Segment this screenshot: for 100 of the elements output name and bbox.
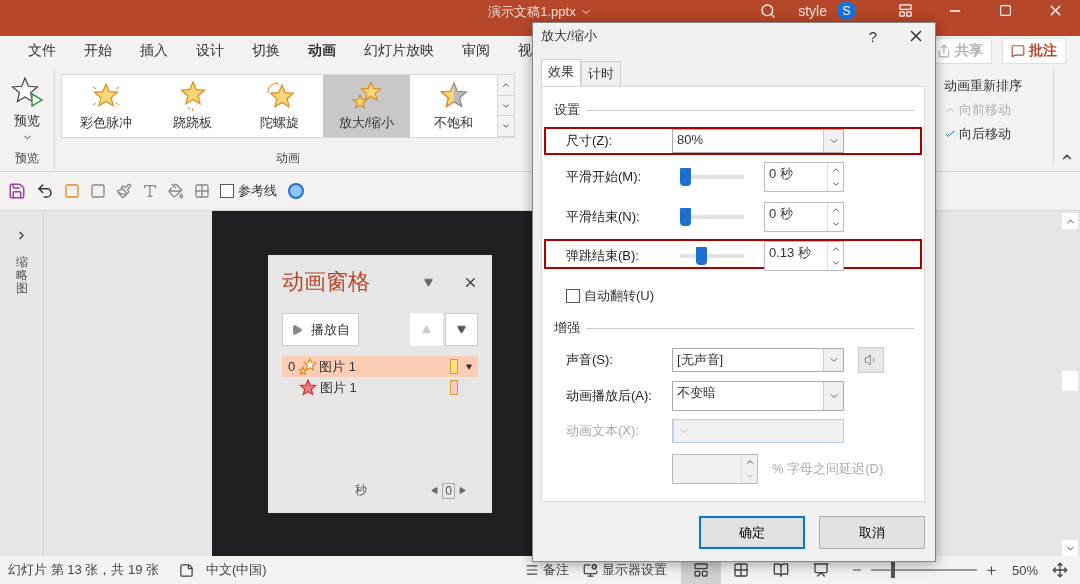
item-label: 图片 1 xyxy=(320,378,357,397)
ribbon-tab[interactable]: 插入 xyxy=(126,36,182,66)
ribbon-tab[interactable]: 切换 xyxy=(238,36,294,66)
dropdown-field[interactable]: [无声音] xyxy=(672,348,844,372)
burst-star-icon xyxy=(298,378,318,397)
format-painter-icon[interactable] xyxy=(116,183,132,199)
field-label: 声音(S): xyxy=(566,351,614,369)
dropdown-field[interactable] xyxy=(672,419,844,443)
item-label: 图片 1 xyxy=(319,357,357,376)
spin-field[interactable]: 0 秒 xyxy=(764,162,844,192)
comment-icon xyxy=(1011,44,1025,58)
zoom-level[interactable]: 50% xyxy=(1011,562,1038,578)
dialog-tab[interactable]: 效果 xyxy=(541,59,581,86)
section-title: 增强 xyxy=(554,319,580,337)
user-avatar[interactable]: S xyxy=(837,1,856,20)
checkbox[interactable] xyxy=(566,289,580,303)
presentation-icon xyxy=(812,562,829,578)
monitor-icon xyxy=(582,562,598,578)
field-label: 平滑结束(N): xyxy=(566,208,641,226)
animation-option[interactable]: 放大/缩小 xyxy=(323,75,410,137)
ribbon-tab[interactable]: 设计 xyxy=(182,36,238,66)
scrollbar-thumb[interactable] xyxy=(1062,371,1078,391)
circle-icon[interactable] xyxy=(287,182,305,200)
normal-view-icon xyxy=(692,562,709,578)
dialog-title: 放大/缩小 xyxy=(541,27,597,45)
ribbon-tab[interactable]: 开始 xyxy=(70,36,126,66)
book-icon xyxy=(772,562,789,578)
zoom-in-icon[interactable] xyxy=(984,563,998,577)
save-icon[interactable] xyxy=(8,182,26,200)
two-stars-icon xyxy=(297,357,318,376)
slider-thumb[interactable] xyxy=(680,168,691,186)
animation-option[interactable]: 陀螺旋 xyxy=(236,75,323,137)
notes-button[interactable]: 备注 xyxy=(524,561,569,579)
fill-icon[interactable] xyxy=(168,183,184,199)
reorder-button[interactable]: 向后移动 xyxy=(944,125,1053,143)
play-icon xyxy=(291,323,303,336)
dialog-tab[interactable]: 计时 xyxy=(581,61,621,86)
undo-icon[interactable] xyxy=(36,182,54,200)
grid-icon xyxy=(732,562,749,578)
animation-item[interactable]: 0 图片 1 xyxy=(282,356,478,377)
slide-counter: 幻灯片 第 13 张，共 19 张 xyxy=(8,561,159,579)
slider-thumb[interactable] xyxy=(680,208,691,226)
move-down-button[interactable] xyxy=(445,313,478,346)
dropdown-field[interactable]: 80% xyxy=(672,129,844,153)
preview-button[interactable]: 预览 xyxy=(6,74,48,145)
spin-field[interactable]: 0.13 秒 xyxy=(764,241,844,271)
pane-title: 动画窗格 xyxy=(282,268,370,296)
time-unit-dropdown[interactable]: 秒 xyxy=(355,482,368,499)
help-button[interactable]: ? xyxy=(868,27,877,45)
field-label: 动画播放后(A): xyxy=(566,387,653,405)
down-triangle-icon xyxy=(457,325,466,334)
search-icon[interactable] xyxy=(760,2,777,19)
check-icon xyxy=(944,128,956,140)
play-from-button[interactable]: 播放自 xyxy=(282,313,359,346)
ribbon-tab[interactable]: 幻灯片放映 xyxy=(350,36,448,66)
share-icon xyxy=(937,44,951,58)
animation-option[interactable]: 不饱和 xyxy=(410,75,497,137)
ribbon-tab[interactable]: 文件 xyxy=(14,36,70,66)
group-label: 预览 xyxy=(15,150,39,167)
thumbnail-pane-label: 缩略图 xyxy=(15,256,28,296)
timeline-value: 0 xyxy=(442,482,455,499)
order-number: 0 xyxy=(288,359,296,374)
ribbon-tab[interactable]: 审阅 xyxy=(448,36,504,66)
window-title: 演示文稿1.pptx xyxy=(488,3,576,21)
zoom-thumb[interactable] xyxy=(891,562,896,578)
language-indicator[interactable]: 中文(中国) xyxy=(206,561,267,579)
field-label: % 字母之间延迟(D) xyxy=(772,460,884,478)
comment-button[interactable]: 批注 xyxy=(1002,38,1066,64)
spin-field[interactable]: 0 秒 xyxy=(764,202,844,232)
field-label: 尺寸(Z): xyxy=(566,132,614,150)
maximize-icon[interactable] xyxy=(998,4,1012,17)
group-label: 动画 xyxy=(276,150,300,167)
checkbox[interactable] xyxy=(220,184,234,198)
up-triangle-icon xyxy=(422,325,431,334)
slider-thumb[interactable] xyxy=(695,247,707,265)
cancel-button[interactable]: 取消 xyxy=(819,516,925,549)
field-label: 平滑开始(M): xyxy=(566,168,643,186)
animation-option[interactable]: 跷跷板 xyxy=(149,75,236,137)
star-play-icon xyxy=(10,76,44,110)
user-name: style xyxy=(798,2,827,19)
notes-icon xyxy=(524,563,539,577)
section-title: 设置 xyxy=(554,101,580,119)
ribbon-display-icon[interactable] xyxy=(897,3,913,18)
field-label: 弹跳结束(B): xyxy=(566,247,640,265)
ribbon-tab[interactable]: 动画 xyxy=(294,36,350,66)
previous-icon[interactable] xyxy=(431,487,439,494)
display-settings-button[interactable]: 显示器设置 xyxy=(582,561,667,579)
dropdown-field[interactable]: 不变暗 xyxy=(672,381,844,411)
dropdown-icon[interactable] xyxy=(424,277,433,287)
dropdown-icon[interactable] xyxy=(466,363,472,370)
field-label: 动画文本(X): xyxy=(566,422,640,440)
group-title: 动画重新排序 xyxy=(944,77,1023,95)
fit-to-window-icon[interactable] xyxy=(1052,562,1068,578)
animation-option[interactable]: 彩色脉冲 xyxy=(62,75,149,137)
animation-item[interactable]: 图片 1 xyxy=(282,377,478,398)
ok-button[interactable]: 确定 xyxy=(699,516,805,549)
font-color-icon[interactable] xyxy=(142,183,158,199)
checkbox-label: 参考线 xyxy=(238,182,277,200)
checkbox-label: 自动翻转(U) xyxy=(584,287,655,305)
next-icon[interactable] xyxy=(459,487,466,494)
